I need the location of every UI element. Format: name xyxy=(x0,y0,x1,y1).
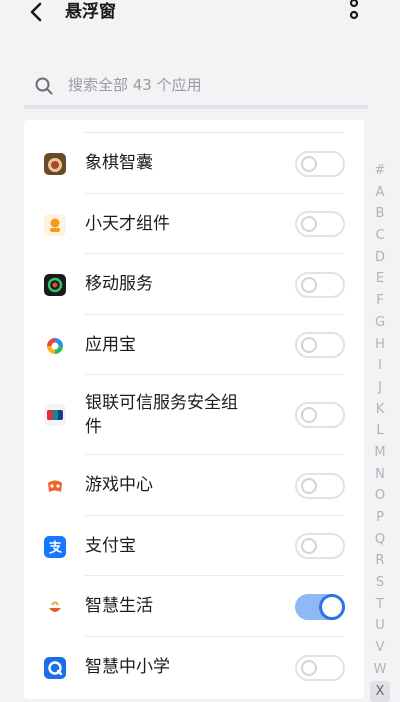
toggle-switch[interactable] xyxy=(295,211,345,237)
top-bar: 悬浮窗 xyxy=(0,0,400,40)
alpha-index-letter[interactable]: E xyxy=(370,268,390,290)
alpha-index-letter[interactable]: R xyxy=(370,550,390,572)
alpha-index-letter[interactable]: G xyxy=(370,312,390,334)
toggle-switch[interactable] xyxy=(295,533,345,559)
list-item-chess: 象棋智囊 xyxy=(24,133,364,194)
alpha-index-letter[interactable]: L xyxy=(370,420,390,442)
smart-life-app-icon xyxy=(44,596,66,618)
chevron-left-icon[interactable] xyxy=(26,0,46,24)
toggle-switch[interactable] xyxy=(295,272,345,298)
alpha-index-letter[interactable]: T xyxy=(370,594,390,616)
toggle-switch[interactable] xyxy=(295,151,345,177)
alpha-index-letter[interactable]: J xyxy=(370,377,390,399)
alpha-index-letter[interactable]: I xyxy=(370,355,390,377)
app-label: 智慧中小学 xyxy=(85,655,170,679)
alpha-index-letter[interactable]: K xyxy=(370,399,390,421)
alpha-index-letter[interactable]: Q xyxy=(370,529,390,551)
alpha-index-letter[interactable]: U xyxy=(370,615,390,637)
alpha-index-letter[interactable]: O xyxy=(370,485,390,507)
app-label: 银联可信服务安全组件 xyxy=(85,391,240,439)
search-bar[interactable]: 搜索全部 43 个应用 xyxy=(24,65,368,109)
list-item-game-center: 游戏中心 xyxy=(24,455,364,516)
list-item-alipay: 支付宝 xyxy=(24,516,364,576)
toggle-switch[interactable] xyxy=(295,655,345,681)
toggle-switch[interactable] xyxy=(295,332,345,358)
alpha-index-letter[interactable]: N xyxy=(370,464,390,486)
chess-app-icon xyxy=(44,153,66,175)
alipay-app-icon xyxy=(44,536,66,558)
list-item-xiaotiancai: 小天才组件 xyxy=(24,194,364,254)
alphabet-index[interactable]: #ABCDEFGHIJKLMNOPQRSTUVWX xyxy=(370,160,390,702)
alpha-index-letter[interactable]: F xyxy=(370,290,390,312)
page-title: 悬浮窗 xyxy=(65,0,116,24)
alpha-index-letter[interactable]: H xyxy=(370,334,390,356)
app-label: 小天才组件 xyxy=(85,212,170,236)
alpha-index-letter[interactable]: M xyxy=(370,442,390,464)
app-label: 移动服务 xyxy=(85,272,153,296)
search-placeholder: 搜索全部 43 个应用 xyxy=(68,75,202,95)
smart-school-app-icon xyxy=(44,657,66,679)
alpha-index-letter[interactable]: S xyxy=(370,572,390,594)
toggle-switch[interactable] xyxy=(295,473,345,499)
list-item-unionpay: 银联可信服务安全组件 xyxy=(24,375,364,455)
list-item-app-store: 应用宝 xyxy=(24,315,364,375)
unionpay-app-icon xyxy=(44,404,66,426)
app-label: 游戏中心 xyxy=(85,473,153,497)
app-store-icon xyxy=(44,335,66,357)
app-list: 象棋智囊 小天才组件 移动服务 应用宝 银联可信服务安全组件 xyxy=(24,120,364,699)
alpha-index-letter[interactable]: D xyxy=(370,247,390,269)
alpha-index-letter[interactable]: W xyxy=(370,659,390,681)
alpha-index-letter[interactable]: V xyxy=(370,637,390,659)
toggle-switch[interactable] xyxy=(295,402,345,428)
alpha-index-letter[interactable]: C xyxy=(370,225,390,247)
app-label: 支付宝 xyxy=(85,534,136,558)
mobile-services-app-icon xyxy=(44,274,66,296)
alpha-index-letter[interactable]: B xyxy=(370,203,390,225)
xiaotiancai-app-icon xyxy=(44,214,66,236)
list-item-smart-school: 智慧中小学 xyxy=(24,637,364,699)
alpha-index-letter[interactable]: P xyxy=(370,507,390,529)
app-label: 智慧生活 xyxy=(85,594,153,618)
alpha-index-letter[interactable]: # xyxy=(370,160,390,182)
more-vertical-icon[interactable] xyxy=(344,0,364,24)
app-label: 应用宝 xyxy=(85,333,136,357)
game-center-app-icon xyxy=(44,475,66,497)
app-label: 象棋智囊 xyxy=(85,151,153,175)
list-item-mobile-services: 移动服务 xyxy=(24,254,364,315)
search-icon xyxy=(34,76,54,96)
alpha-index-letter[interactable]: A xyxy=(370,182,390,204)
toggle-switch[interactable] xyxy=(295,594,345,620)
list-item-smart-life: 智慧生活 xyxy=(24,576,364,637)
